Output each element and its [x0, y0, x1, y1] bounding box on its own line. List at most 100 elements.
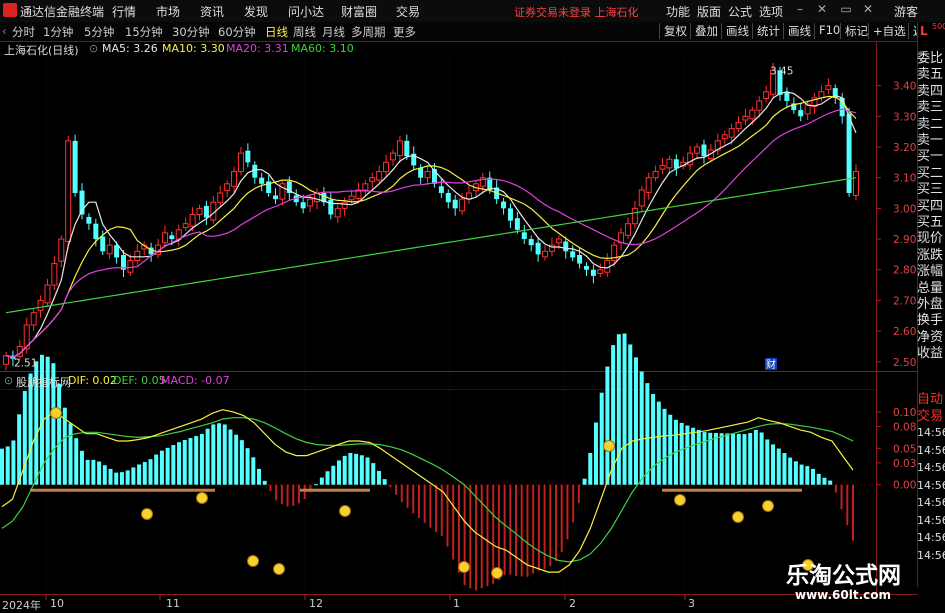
macd-bar — [331, 465, 336, 485]
macd-bar — [159, 450, 164, 485]
macd-bar — [852, 484, 854, 541]
x-label-feb: 2 — [569, 597, 576, 610]
indicator-name: 股朋指标网 — [16, 376, 71, 389]
macd-bar — [97, 461, 102, 485]
price-tick-label: 3.10 — [893, 173, 916, 185]
macd-tick-label: 0.00 — [893, 480, 916, 492]
candle-body — [134, 250, 141, 262]
macd-bar — [28, 373, 33, 485]
macd-bar — [651, 394, 656, 485]
trade-time: 14:56 — [917, 513, 945, 527]
signal-band — [300, 488, 370, 492]
smiley-icon — [50, 407, 62, 419]
chart-canvas[interactable]: 3.40 3.30 3.20 3.10 3.00 2.90 2.80 2.70 2.60 2.50… — [0, 0, 945, 609]
macd-bar — [137, 464, 142, 485]
macd-bar — [359, 455, 364, 485]
trade-time: 14:56 — [917, 426, 945, 439]
macd-bar — [532, 484, 535, 574]
candle-body — [666, 158, 673, 169]
x-label-dec: 12 — [309, 597, 323, 610]
macd-bar — [520, 484, 523, 577]
candle-body — [659, 164, 666, 170]
candle-body — [30, 312, 37, 326]
smiley-icon — [247, 555, 259, 567]
macd-bar — [696, 429, 701, 485]
candle-body — [237, 152, 244, 173]
candle-body — [3, 355, 9, 365]
candle-body — [846, 113, 852, 194]
macd-bar — [194, 436, 199, 485]
macd-bar — [17, 414, 22, 485]
candle-body — [307, 198, 314, 207]
candle-body — [44, 284, 51, 304]
watermark-title: 乐淘公式网 — [786, 563, 901, 589]
ma5-line — [5, 91, 857, 358]
macd-bar — [102, 465, 107, 485]
smiley-icon — [458, 561, 470, 573]
macd-bar — [228, 429, 233, 485]
signal-band — [30, 488, 215, 492]
candle-body — [161, 232, 168, 244]
macd-bar — [828, 480, 833, 485]
macd-bar — [457, 484, 460, 573]
candle-body — [231, 171, 238, 187]
macd-bar — [645, 383, 650, 485]
macd-bar — [668, 414, 673, 485]
candle-body — [72, 140, 78, 194]
smiley-icon — [491, 567, 503, 579]
macd-bar — [354, 453, 359, 485]
macd-bar — [577, 484, 580, 504]
trade-field-1[interactable]: 交易 — [917, 405, 945, 424]
macd-bar — [171, 445, 176, 485]
macd-bar — [245, 448, 250, 485]
indicator-dropdown-icon[interactable]: ⊙ — [4, 374, 13, 387]
macd-bar — [742, 434, 747, 485]
watermark-url: www.60lt.com — [795, 588, 892, 602]
macd-bar — [782, 453, 787, 485]
macd-bar — [805, 466, 810, 485]
corner-label: L — [920, 24, 928, 38]
fin-marker-label: 财 — [766, 358, 776, 371]
trade-time: 14:56 — [917, 461, 945, 474]
macd-bar — [543, 484, 546, 570]
candle-body — [501, 201, 507, 209]
x-label-oct: 10 — [50, 597, 64, 610]
macd-bar — [622, 333, 627, 485]
macd-bar — [788, 457, 793, 485]
candle-body — [749, 109, 756, 120]
candle-body — [701, 144, 707, 157]
candle-body — [784, 92, 790, 101]
macd-bar — [731, 433, 736, 485]
macd-bar — [555, 484, 558, 562]
candle-body — [300, 202, 306, 209]
macd-bar — [834, 484, 837, 493]
candle-body — [51, 263, 58, 286]
low-price-label: 2.51 — [14, 358, 37, 370]
price-tick-label: 3.30 — [893, 111, 916, 123]
candle-body — [114, 245, 120, 258]
dif-label: DIF: 0.02 — [68, 374, 117, 387]
macd-bar — [793, 461, 798, 485]
trade-time: 14:56 — [917, 496, 945, 509]
smiley-icon — [674, 494, 686, 506]
candle-body — [756, 100, 763, 111]
ma10-line — [5, 95, 857, 358]
candle-body — [438, 186, 444, 194]
macd-bar — [325, 471, 330, 485]
macd-bar — [588, 452, 593, 485]
macd-bar — [303, 484, 306, 500]
macd-bar — [222, 424, 227, 485]
macd-bar — [114, 472, 119, 485]
macd-bar — [691, 427, 696, 485]
macd-bar — [713, 433, 718, 485]
candle-body — [638, 189, 645, 207]
macd-bar — [475, 484, 478, 591]
macd-bar — [736, 433, 741, 485]
macd-bar — [177, 442, 182, 485]
side-field-18[interactable]: 收益 — [917, 342, 945, 361]
macd-bar — [811, 468, 816, 485]
ma20-line — [5, 108, 857, 358]
macd-bar — [11, 440, 16, 485]
candle-body — [217, 192, 224, 203]
candle-body — [100, 236, 106, 252]
